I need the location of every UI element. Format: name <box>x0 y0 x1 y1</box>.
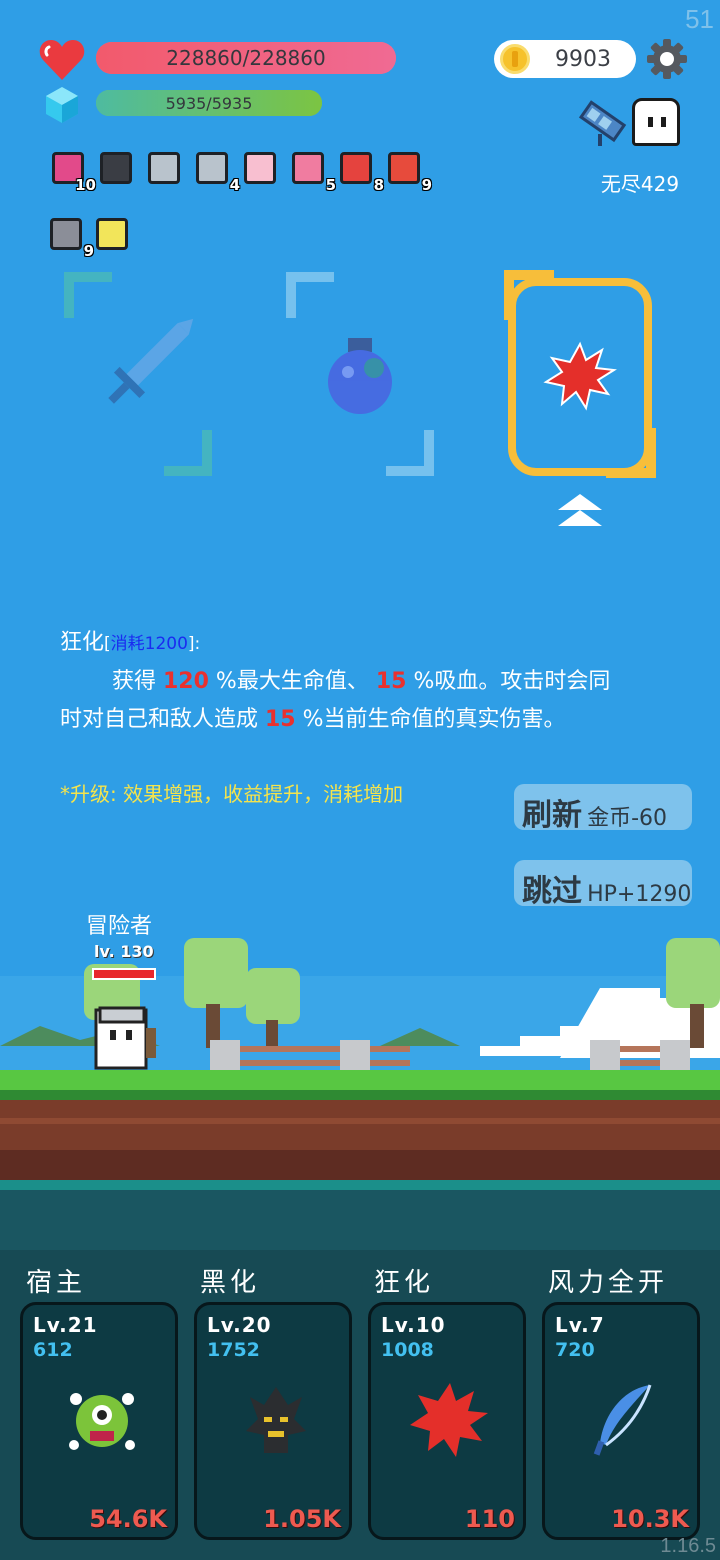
red-splat-icon <box>543 341 617 411</box>
skill-upgrade-cost: 110 <box>464 1505 515 1533</box>
skill-effect-line-2: 时对自己和敌人造成 15 %当前生命值的真实伤害。 <box>60 707 566 732</box>
inventory-item[interactable]: 10 <box>48 148 96 194</box>
hero-sprite <box>94 1006 156 1070</box>
inventory-item[interactable]: 8 <box>336 148 384 194</box>
striped-scroll-icon <box>50 218 82 250</box>
skill-card[interactable]: Lv.21 612 54.6K <box>20 1302 178 1540</box>
refresh-cost: 金币-60 <box>587 806 668 831</box>
skill-upgrade-cost: 1.05K <box>263 1505 341 1533</box>
skill-cost-bracket-open: [ <box>104 634 111 654</box>
skill-cost-bracket-close: ]: <box>187 634 201 654</box>
hero-hp-fill <box>94 970 154 978</box>
potion-bottle-icon <box>292 152 324 184</box>
skill-points: 1008 <box>381 1339 434 1361</box>
item-count: 4 <box>229 176 240 194</box>
inventory-item[interactable]: 4 <box>192 148 240 194</box>
skill-description: 狂化[消耗1200]: 获得 120 %最大生命值、 15 %吸血。攻击时会同 … <box>60 624 680 739</box>
skill-title: 黑化 <box>200 1268 261 1298</box>
feather-icon <box>593 1384 652 1456</box>
green-monster-icon <box>69 1393 135 1450</box>
refresh-label: 刷新 <box>522 798 582 833</box>
inventory-item[interactable] <box>144 148 184 188</box>
sword-icon <box>148 152 180 184</box>
skill-title: 狂化 <box>374 1268 435 1298</box>
skill-effect-line-1: 获得 120 %最大生命值、 15 %吸血。攻击时会同 <box>112 669 611 694</box>
heart-card-icon <box>244 152 276 184</box>
upgrade-hint: *升级: 效果增强，收益提升，消耗增加 <box>60 782 404 806</box>
skill-cost: 消耗1200 <box>110 634 188 654</box>
skill-card[interactable]: Lv.20 1752 1.05K <box>194 1302 352 1540</box>
skill-level: Lv.10 <box>381 1313 446 1337</box>
skill-points: 1752 <box>207 1339 260 1361</box>
inventory-item[interactable]: 5 <box>288 148 336 194</box>
choice-card-sword[interactable] <box>60 268 216 480</box>
item-count: 8 <box>373 176 384 194</box>
skill-points: 720 <box>555 1339 595 1361</box>
inventory-item[interactable] <box>96 148 136 188</box>
mp-bar: 5935/5935 <box>96 90 322 116</box>
skill-level: Lv.21 <box>33 1313 98 1337</box>
inventory-item[interactable] <box>240 148 280 188</box>
coin-icon <box>500 44 530 74</box>
speed-boot-icon[interactable] <box>574 94 630 150</box>
hero-level: lv. 130 <box>94 942 154 961</box>
choice-card-berserk[interactable] <box>502 268 658 480</box>
sword-icon <box>196 152 228 184</box>
refresh-button[interactable]: 刷新 金币-60 <box>514 784 692 833</box>
hp-bar: 228860/228860 <box>96 42 396 74</box>
skill-points: 612 <box>33 1339 73 1361</box>
inventory-item[interactable] <box>92 214 132 254</box>
ghost-icon[interactable] <box>632 98 680 146</box>
red-splat-icon <box>410 1383 488 1457</box>
skull-book-icon <box>100 152 132 184</box>
endless-level: 无尽429 <box>600 172 680 196</box>
choice-card-potion[interactable] <box>282 268 438 480</box>
item-count: 9 <box>421 176 432 194</box>
fps-counter: 51 <box>685 4 714 34</box>
mp-value: 5935/5935 <box>165 93 253 113</box>
skill-level: Lv.20 <box>207 1313 272 1337</box>
hero-name: 冒险者 <box>86 914 153 939</box>
watermelon-icon <box>340 152 372 184</box>
hp-value: 228860/228860 <box>166 46 326 70</box>
skill-header: 狂化[消耗1200]: <box>60 624 680 663</box>
skill-level: Lv.7 <box>555 1313 605 1337</box>
skill-title: 宿主 <box>26 1268 87 1298</box>
inventory-item[interactable]: 9 <box>384 148 432 194</box>
heart-icon <box>39 40 85 80</box>
crystal-icon <box>46 87 78 123</box>
skill-upgrade-cost: 10.3K <box>611 1505 689 1533</box>
skill-title: 风力全开 <box>548 1268 669 1298</box>
item-count: 10 <box>75 176 96 194</box>
sock-icon <box>388 152 420 184</box>
lightbulb-icon <box>96 218 128 250</box>
item-count: 5 <box>325 176 336 194</box>
skill-upgrade-cost: 54.6K <box>89 1505 167 1533</box>
upgrade-arrow-icon <box>558 494 602 526</box>
hero-hp-bar <box>92 968 156 980</box>
inventory-item[interactable]: 9 <box>46 214 94 260</box>
skill-name: 狂化 <box>60 630 105 655</box>
blue-sword-icon <box>108 318 194 404</box>
skill-card[interactable]: Lv.7 720 10.3K <box>542 1302 700 1540</box>
gear-icon[interactable] <box>646 38 688 80</box>
dark-tree-icon <box>246 1387 306 1453</box>
version-label: 1.16.5 <box>660 1535 716 1557</box>
gold-value: 9903 <box>555 46 611 72</box>
blue-potion-icon <box>328 338 392 414</box>
skill-card[interactable]: Lv.10 1008 110 <box>368 1302 526 1540</box>
gold-counter: 9903 <box>494 40 636 78</box>
